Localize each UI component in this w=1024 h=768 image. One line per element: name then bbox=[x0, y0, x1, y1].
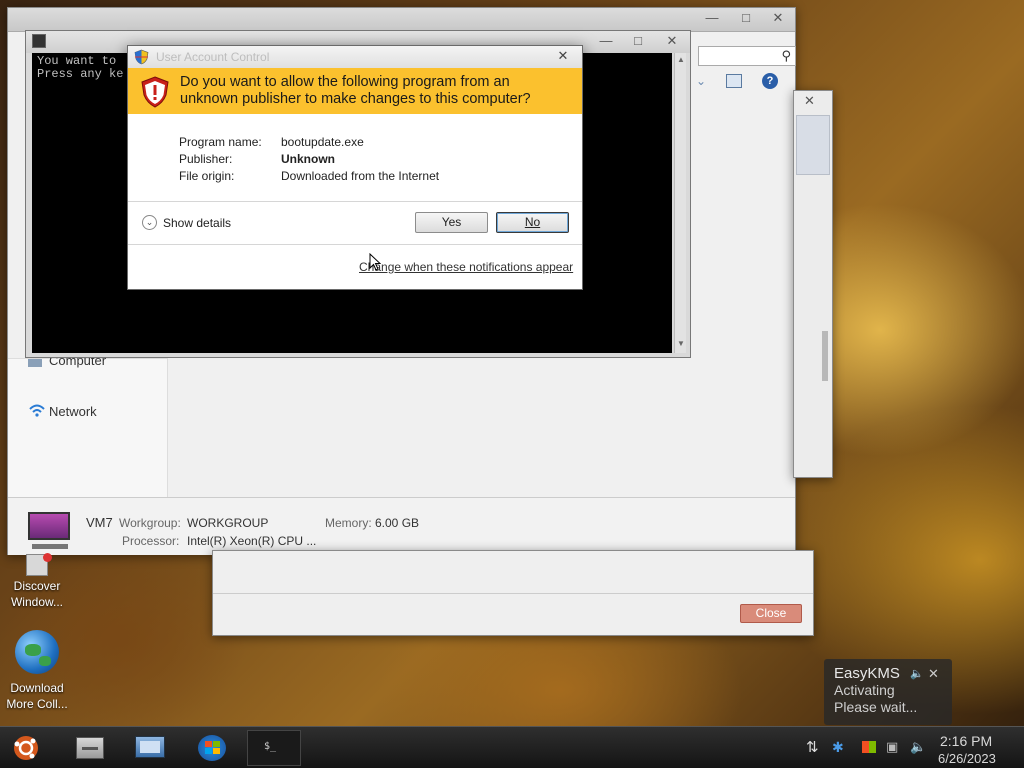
yes-button[interactable]: Yes bbox=[415, 212, 488, 233]
processor-value: Intel(R) Xeon(R) CPU ... bbox=[187, 534, 317, 548]
show-details-button[interactable]: ⌄ Show details bbox=[142, 215, 232, 231]
divider bbox=[128, 201, 582, 202]
desktop-icon-label: Window... bbox=[10, 595, 64, 609]
help-icon[interactable]: ? bbox=[762, 73, 778, 89]
scrollbar-thumb[interactable] bbox=[822, 331, 828, 381]
navigation-pane: Computer Network bbox=[8, 353, 168, 498]
volume-icon[interactable]: 🔈 bbox=[910, 739, 926, 755]
processor-label: Processor: bbox=[122, 534, 180, 548]
warning-shield-icon bbox=[141, 76, 169, 108]
desktop-icon-label: More Coll... bbox=[6, 697, 68, 711]
chevron-down-icon[interactable]: ⌄ bbox=[696, 74, 706, 88]
document-icon bbox=[26, 553, 52, 576]
desktop-icon-discover[interactable]: Discover Window... bbox=[2, 553, 72, 610]
action-center-flag-icon[interactable] bbox=[862, 741, 876, 753]
file-origin-label: File origin: bbox=[179, 169, 235, 183]
panel bbox=[796, 115, 830, 175]
windows-logo-icon[interactable] bbox=[194, 733, 230, 763]
display-icon[interactable]: ▣ bbox=[886, 739, 898, 755]
notification-line-1: Activating bbox=[834, 682, 895, 698]
clock-time[interactable]: 2:16 PM bbox=[940, 733, 992, 749]
scroll-up-icon[interactable]: ▲ bbox=[677, 55, 685, 64]
easykms-notification[interactable]: EasyKMS 🔈 ✕ Activating Please wait... bbox=[824, 659, 952, 725]
memory-value: 6.00 GB bbox=[375, 516, 420, 530]
start-menu-icon[interactable] bbox=[8, 733, 44, 763]
file-origin-value: Downloaded from the Internet bbox=[281, 169, 440, 183]
minimize-icon[interactable]: — bbox=[698, 8, 726, 28]
close-icon[interactable]: ✕ bbox=[658, 31, 686, 51]
publisher-value: Unknown bbox=[281, 152, 335, 166]
desktop-icon-download[interactable]: Download More Coll... bbox=[2, 630, 72, 712]
nav-item-network[interactable]: Network bbox=[49, 404, 97, 419]
search-input[interactable]: ⚲ bbox=[698, 46, 796, 66]
globe-icon bbox=[15, 630, 59, 674]
preview-pane-icon[interactable] bbox=[726, 74, 742, 88]
divider bbox=[213, 593, 813, 594]
network-transfer-icon[interactable]: ⇅ bbox=[806, 738, 819, 756]
mouse-cursor-icon bbox=[369, 253, 381, 271]
maximize-icon[interactable]: □ bbox=[732, 8, 760, 28]
system-settings-icon[interactable] bbox=[132, 733, 168, 763]
uac-header: Do you want to allow the following progr… bbox=[128, 68, 582, 114]
bluetooth-icon[interactable]: ✱ bbox=[832, 739, 844, 756]
search-icon: ⚲ bbox=[781, 48, 791, 63]
computer-name: VM7 bbox=[86, 515, 113, 530]
show-details-label: Show details bbox=[163, 215, 232, 230]
no-button-label: No bbox=[524, 215, 541, 229]
monitor-icon bbox=[28, 512, 70, 540]
terminal-taskbar-icon[interactable]: $_ bbox=[247, 730, 301, 766]
workgroup-label: Workgroup: bbox=[119, 516, 181, 530]
program-name-row: Program name: bootupdate.exe bbox=[179, 135, 364, 149]
shield-icon bbox=[134, 49, 149, 65]
discover-window bbox=[212, 550, 814, 636]
change-notifications-link[interactable]: Change when these notifications appear bbox=[359, 260, 573, 274]
desktop-icon-label: Discover bbox=[13, 579, 61, 593]
taskbar: $_ ⇅ ✱ ▣ 🔈 2:16 PM 6/26/2023 bbox=[0, 726, 1024, 768]
cmd-icon bbox=[32, 34, 46, 48]
file-origin-row: File origin: Downloaded from the Internet bbox=[179, 169, 439, 183]
system-window-titlebar: — □ ✕ bbox=[8, 8, 795, 32]
clock-date[interactable]: 6/26/2023 bbox=[938, 751, 996, 766]
workgroup-value: WORKGROUP bbox=[187, 516, 269, 530]
uac-question: Do you want to allow the following progr… bbox=[180, 74, 531, 107]
notification-line-2: Please wait... bbox=[834, 699, 918, 715]
close-icon[interactable]: ✕ bbox=[804, 93, 815, 109]
no-button[interactable]: No bbox=[496, 212, 569, 233]
desktop-icon-label: Download bbox=[10, 681, 64, 695]
uac-window-title: User Account Control bbox=[156, 50, 270, 64]
file-manager-icon[interactable] bbox=[72, 733, 108, 763]
close-button[interactable]: Close bbox=[740, 604, 802, 623]
uac-titlebar: User Account Control ✕ bbox=[128, 46, 582, 68]
background-dialog: ✕ bbox=[793, 90, 833, 478]
program-name-label: Program name: bbox=[179, 135, 262, 149]
minimize-icon[interactable]: — bbox=[592, 31, 620, 51]
divider bbox=[128, 244, 582, 245]
details-pane: VM7 Workgroup: WORKGROUP Memory: 6.00 GB… bbox=[8, 497, 795, 555]
publisher-row: Publisher: Unknown bbox=[179, 152, 335, 166]
close-icon[interactable]: ✕ bbox=[553, 48, 573, 64]
network-icon bbox=[29, 404, 45, 417]
maximize-icon[interactable]: □ bbox=[624, 31, 652, 51]
notification-title: EasyKMS bbox=[834, 665, 900, 682]
mute-icon[interactable]: 🔈 bbox=[910, 667, 924, 680]
console-line-2: Press any ke bbox=[37, 67, 124, 81]
close-icon[interactable]: ✕ bbox=[928, 666, 939, 682]
scroll-down-icon[interactable]: ▼ bbox=[677, 339, 685, 348]
chevron-down-icon: ⌄ bbox=[142, 215, 157, 231]
publisher-label: Publisher: bbox=[179, 152, 233, 166]
memory-label: Memory: bbox=[325, 516, 372, 530]
vertical-scrollbar[interactable]: ▲ ▼ bbox=[674, 53, 686, 353]
uac-dialog: User Account Control ✕ Do you want to al… bbox=[127, 45, 583, 290]
close-icon[interactable]: ✕ bbox=[764, 8, 792, 28]
program-name-value: bootupdate.exe bbox=[281, 135, 364, 149]
monitor-stand bbox=[32, 544, 68, 549]
computer-icon bbox=[28, 359, 42, 367]
